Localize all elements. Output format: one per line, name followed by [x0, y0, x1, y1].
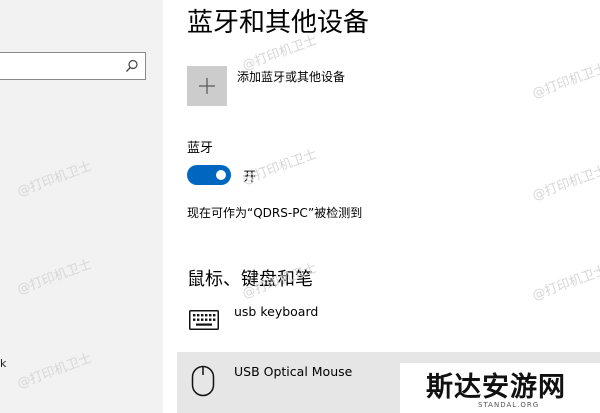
plus-icon	[199, 78, 215, 94]
add-device-button[interactable]: 添加蓝牙或其他设备	[187, 66, 345, 106]
settings-sidebar: k	[0, 0, 163, 413]
add-device-label: 添加蓝牙或其他设备	[237, 70, 346, 84]
discoverable-status-text: 现在可作为“QDRS-PC”被检测到	[187, 206, 363, 220]
main-pane: 蓝牙和其他设备 添加蓝牙或其他设备 蓝牙 开 现在可作为“QDRS-PC”被检测…	[163, 0, 600, 413]
bluetooth-toggle[interactable]	[187, 165, 231, 185]
device-name: USB Optical Mouse	[234, 364, 353, 379]
add-device-tile[interactable]	[187, 66, 227, 106]
site-logo: 斯达安游网 STANDAL.ORG	[400, 363, 600, 413]
logo-subtext: STANDAL.ORG	[478, 401, 540, 409]
section-heading-peripherals: 鼠标、键盘和笔	[187, 269, 313, 290]
page-title: 蓝牙和其他设备	[187, 8, 370, 38]
search-icon[interactable]	[125, 59, 139, 73]
logo-text: 斯达安游网	[426, 372, 566, 403]
search-box[interactable]	[0, 52, 146, 80]
bluetooth-state-label: 开	[243, 170, 257, 185]
toggle-knob	[216, 170, 226, 180]
device-name: usb keyboard	[234, 304, 319, 319]
mouse-icon	[191, 365, 215, 397]
sidebar-item-partial-label[interactable]: k	[0, 357, 6, 370]
search-input[interactable]	[5, 57, 115, 75]
device-row-keyboard[interactable]: usb keyboard	[177, 300, 600, 340]
keyboard-icon	[189, 310, 219, 330]
bluetooth-label: 蓝牙	[187, 141, 214, 156]
